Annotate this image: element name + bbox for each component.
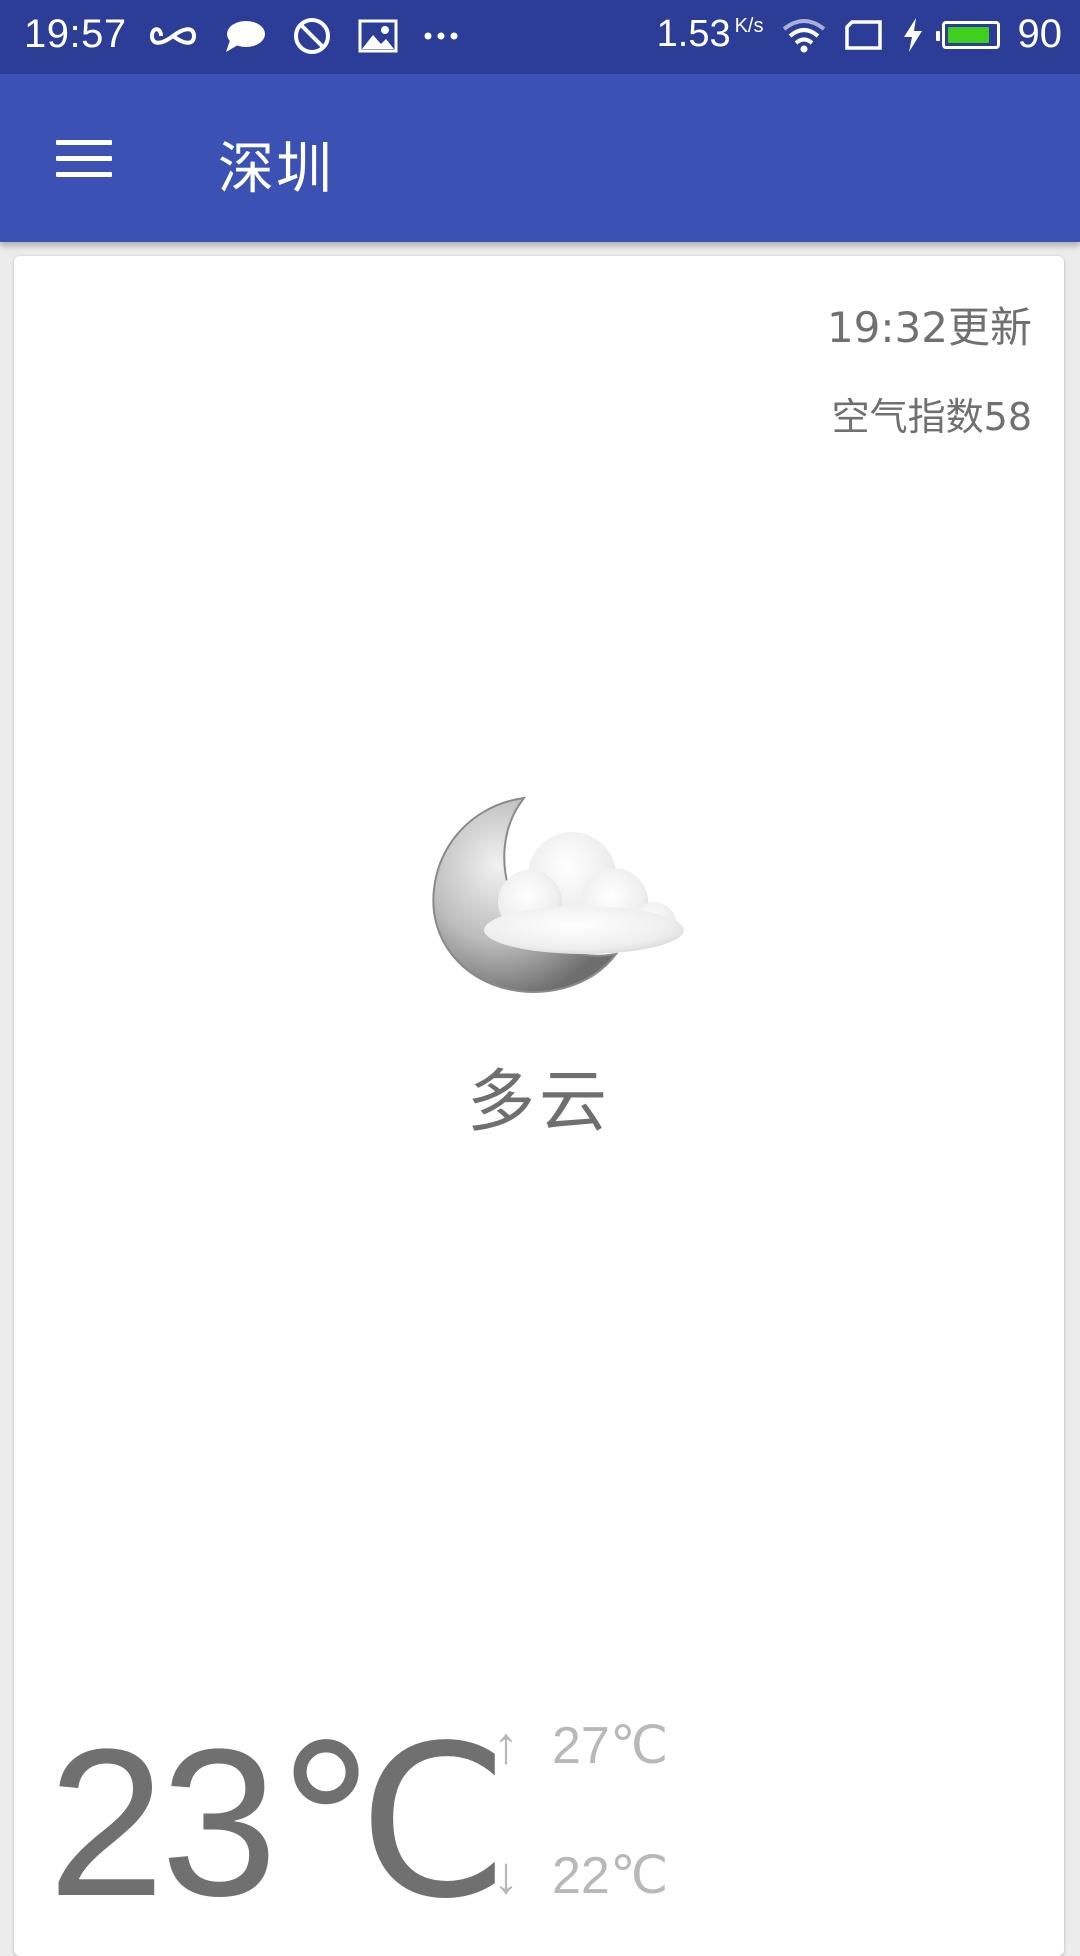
hamburger-menu-icon [56, 140, 112, 145]
cloudy-night-moon-icon [432, 796, 684, 993]
arrow-down-icon: ↓ [493, 1847, 519, 1905]
weather-card[interactable]: 19:32更新 空气指数58 多云 23℃ ↑ 27℃ ↓ 22℃ [14, 256, 1064, 1956]
block-icon [294, 18, 330, 54]
charging-bolt-icon [903, 17, 922, 52]
hamburger-menu-icon-line [56, 172, 112, 177]
image-icon [358, 19, 398, 53]
arrow-up-icon: ↑ [493, 1717, 519, 1775]
no-sim-icon [844, 19, 882, 50]
wifi-icon [782, 18, 825, 52]
low-temperature-row: ↓ 22℃ [486, 1846, 668, 1906]
infinity-icon [149, 27, 197, 45]
battery-icon [935, 20, 1000, 49]
status-notification-icons [148, 16, 458, 56]
more-dots-icon [424, 32, 458, 40]
status-time: 19:57 [24, 12, 127, 56]
status-bar: 19:57 1.53 K/s 90 [0, 0, 1080, 74]
air-quality-index: 空气指数58 [831, 395, 1032, 439]
battery-level: 90 [1017, 12, 1063, 56]
menu-button[interactable] [42, 126, 126, 190]
app-bar: 深圳 [0, 74, 1080, 242]
hamburger-menu-icon-line [56, 156, 112, 161]
update-time: 19:32更新 [826, 303, 1032, 352]
status-right-group: 1.53 K/s 90 [657, 12, 1062, 57]
weather-description: 多云 [466, 1063, 611, 1142]
chat-bubble-icon [226, 21, 265, 52]
current-temperature: 23℃ [48, 1705, 509, 1940]
network-speed: 1.53 K/s [657, 13, 764, 56]
network-speed-value: 1.53 [656, 13, 731, 55]
high-temperature: 27℃ [552, 1717, 669, 1775]
city-title: 深圳 [218, 137, 334, 202]
high-temperature-row: ↑ 27℃ [486, 1716, 668, 1776]
network-speed-unit: K/s [734, 15, 764, 37]
battery-fill [947, 26, 989, 43]
low-temperature: 22℃ [552, 1847, 669, 1905]
